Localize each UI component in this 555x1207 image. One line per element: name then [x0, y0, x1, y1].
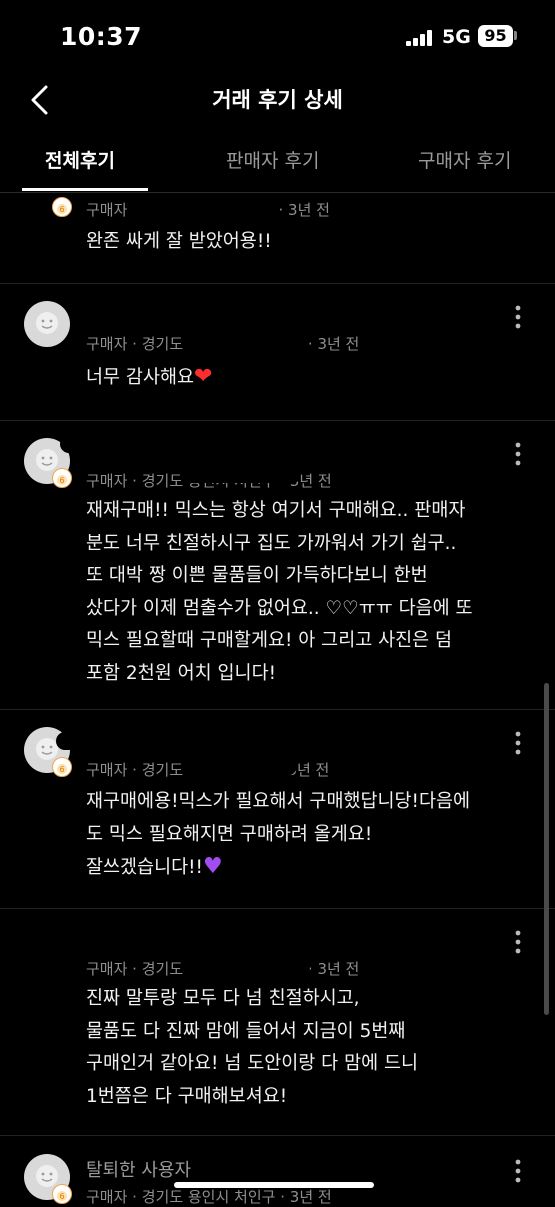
redacted-nickname	[86, 312, 266, 330]
redacted-avatar	[20, 943, 80, 961]
scrollbar[interactable]	[544, 683, 549, 1015]
battery-icon: 95	[478, 25, 513, 47]
cellular-signal-icon	[406, 29, 436, 46]
svg-text:6: 6	[59, 765, 64, 774]
redacted-nickname	[60, 435, 210, 453]
redacted-info	[132, 199, 280, 217]
review-text: 완존 싸게 잘 받았어용!!	[86, 231, 272, 252]
active-tab-indicator	[22, 188, 148, 191]
review-item: 6 구매자 · 경기도 · 3년 전 재구매에용!믹스가 필요해서 구매했답니당…	[0, 710, 555, 909]
more-options-button[interactable]	[506, 439, 530, 469]
review-text: 재재구매!! 믹스는 항상 여기서 구매해요.. 판매자 분도 너무 친절하시구…	[86, 500, 473, 684]
redacted-nickname	[0, 923, 150, 941]
review-item: 구매자 · 경기도 · 3년 전 진짜 말투랑 모두 다 넘 친절하시고, 물품…	[0, 909, 555, 1136]
clock: 10:37	[60, 22, 143, 51]
review-tabs: 전체후기 판매자 후기 구매자 후기	[0, 130, 555, 193]
more-options-button[interactable]	[506, 927, 530, 957]
redacted-info	[186, 334, 306, 349]
red-heart-emoji: ❤	[194, 364, 213, 389]
status-bar: 10:37 5G 95	[0, 0, 555, 76]
redacted-info	[180, 468, 300, 483]
review-text: 재구매에용!믹스가 필요해서 구매했답니당!다음에 도 믹스 필요해지면 구매하…	[86, 791, 471, 879]
avatar[interactable]	[24, 301, 70, 347]
more-vertical-icon	[515, 731, 521, 755]
tab-seller-reviews[interactable]: 판매자 후기	[226, 146, 319, 173]
more-vertical-icon	[515, 1159, 521, 1183]
tab-all-reviews[interactable]: 전체후기	[45, 146, 115, 173]
more-vertical-icon	[515, 442, 521, 466]
more-options-button[interactable]	[506, 302, 530, 332]
manner-temperature-badge: 6	[52, 757, 72, 777]
page-header: 거래 후기 상세	[0, 76, 555, 124]
more-vertical-icon	[515, 305, 521, 329]
page-title: 거래 후기 상세	[212, 88, 343, 112]
review-meta: 구매자 · 경기도 용인시 처인구 · 3년 전	[86, 1188, 332, 1206]
more-options-button[interactable]	[506, 1156, 530, 1186]
manner-temperature-badge: 6	[52, 1184, 72, 1204]
redacted-info	[196, 760, 296, 775]
svg-text:6: 6	[59, 476, 64, 485]
review-item: 6 구매자 · 경기도 용인시 처인구 · 3년 전 재재구매!! 믹스는 항상…	[0, 421, 555, 710]
review-item: 6 탈퇴한 사용자 구매자 · 경기도 용인시 처인구 · 3년 전	[0, 1136, 555, 1206]
redacted-nickname	[56, 732, 206, 750]
battery-tip	[514, 31, 517, 40]
redacted-info	[180, 959, 310, 974]
network-type: 5G	[442, 26, 471, 48]
review-item: 6 구매자 · · 3년 전 완존 싸게 잘 받았어용!!	[0, 193, 555, 284]
review-text: 진짜 말투랑 모두 다 넘 친절하시고, 물품도 다 진짜 맘에 들어서 지금이…	[86, 988, 419, 1107]
more-vertical-icon	[515, 930, 521, 954]
review-item: 구매자 · 경기도 · 3년 전 너무 감사해요❤	[0, 284, 555, 421]
purple-heart-emoji: ♥	[202, 854, 223, 879]
home-indicator[interactable]	[174, 1182, 374, 1188]
manner-temperature-badge: 6	[52, 468, 72, 488]
tab-buyer-reviews[interactable]: 구매자 후기	[418, 146, 511, 173]
manner-temperature-badge: 6	[52, 197, 72, 217]
reviewer-name: 탈퇴한 사용자	[86, 1160, 192, 1181]
more-options-button[interactable]	[506, 728, 530, 758]
review-text: 너무 감사해요❤	[86, 364, 213, 389]
svg-text:6: 6	[59, 205, 64, 214]
